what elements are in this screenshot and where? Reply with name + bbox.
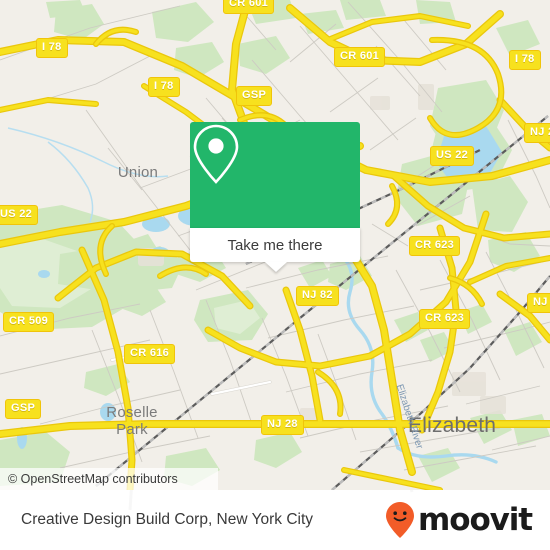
take-me-there-label: Take me there bbox=[227, 236, 323, 254]
shield-us-22-a[interactable]: US 22 bbox=[430, 146, 475, 166]
shield-gsp-a[interactable]: GSP bbox=[236, 86, 273, 106]
shield-i-78-b[interactable]: I 78 bbox=[148, 77, 180, 97]
moovit-brand[interactable]: moovit bbox=[385, 501, 533, 539]
shield-nj-28[interactable]: NJ 28 bbox=[261, 415, 304, 435]
map-pin-icon bbox=[193, 124, 239, 184]
popup-tail bbox=[265, 262, 287, 272]
map-canvas[interactable]: .rd { fill:none; stroke:#f7e11e; stroke-… bbox=[0, 0, 550, 490]
shield-cr-601[interactable]: CR 601 bbox=[334, 47, 386, 67]
moovit-smiley-pin-icon bbox=[386, 502, 415, 538]
popup-image-area bbox=[190, 122, 360, 228]
location-popup[interactable]: Take me there bbox=[190, 122, 360, 272]
shield-gsp-b[interactable]: GSP bbox=[5, 399, 42, 419]
shield-cr-616[interactable]: CR 616 bbox=[124, 344, 176, 364]
map-screenshot: .rd { fill:none; stroke:#f7e11e; stroke-… bbox=[0, 0, 550, 550]
shield-us-22-b[interactable]: US 22 bbox=[0, 205, 39, 225]
shield-cr-509[interactable]: CR 509 bbox=[3, 312, 55, 332]
shield-cr-623-a[interactable]: CR 623 bbox=[409, 236, 461, 256]
place-title: Creative Design Build Corp, New York Cit… bbox=[21, 511, 314, 528]
shield-nj-82[interactable]: NJ 82 bbox=[296, 286, 339, 306]
shield-nj-2[interactable]: NJ 2 bbox=[524, 123, 550, 143]
shield-cr-623-b[interactable]: CR 623 bbox=[419, 309, 471, 329]
shield-nj-edge[interactable]: NJ bbox=[527, 293, 550, 313]
map-attribution[interactable]: © OpenStreetMap contributors bbox=[0, 468, 218, 490]
moovit-wordmark: moovit bbox=[418, 502, 533, 538]
take-me-there-button[interactable]: Take me there bbox=[190, 228, 360, 262]
shield-i-78-c[interactable]: I 78 bbox=[509, 50, 541, 70]
bottom-info-bar: Creative Design Build Corp, New York Cit… bbox=[0, 490, 550, 550]
shield-i-78-a[interactable]: I 78 bbox=[36, 38, 68, 58]
shield-cr-601-top[interactable]: CR 601 bbox=[223, 0, 275, 14]
